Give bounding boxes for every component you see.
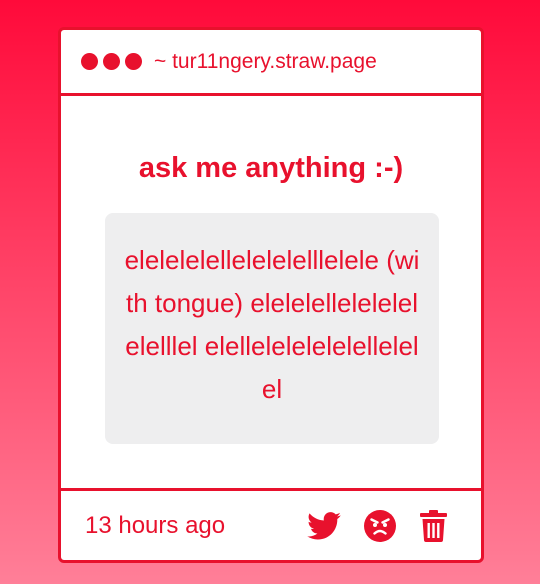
main-content: ask me anything :-) elelelelellelelelell…	[61, 96, 481, 488]
action-bar	[307, 509, 447, 542]
page-card: ~ tur11ngery.straw.page ask me anything …	[58, 27, 484, 563]
question-box: elelelelellelelelelllelele (with tongue)…	[105, 213, 439, 444]
page-url[interactable]: ~ tur11ngery.straw.page	[154, 50, 377, 74]
question-text: elelelelellelelelelllelele (with tongue)…	[124, 245, 420, 404]
trash-icon[interactable]	[420, 509, 447, 542]
page-title: ask me anything :-)	[138, 152, 404, 184]
card-footer: 13 hours ago	[61, 488, 481, 560]
window-titlebar: ~ tur11ngery.straw.page	[61, 30, 481, 96]
timestamp: 13 hours ago	[85, 511, 226, 539]
angry-face-icon[interactable]	[364, 509, 396, 542]
window-dot-1	[81, 53, 98, 70]
twitter-icon[interactable]	[307, 511, 341, 540]
window-dot-3	[125, 53, 142, 70]
window-controls	[81, 53, 142, 70]
window-dot-2	[103, 53, 120, 70]
